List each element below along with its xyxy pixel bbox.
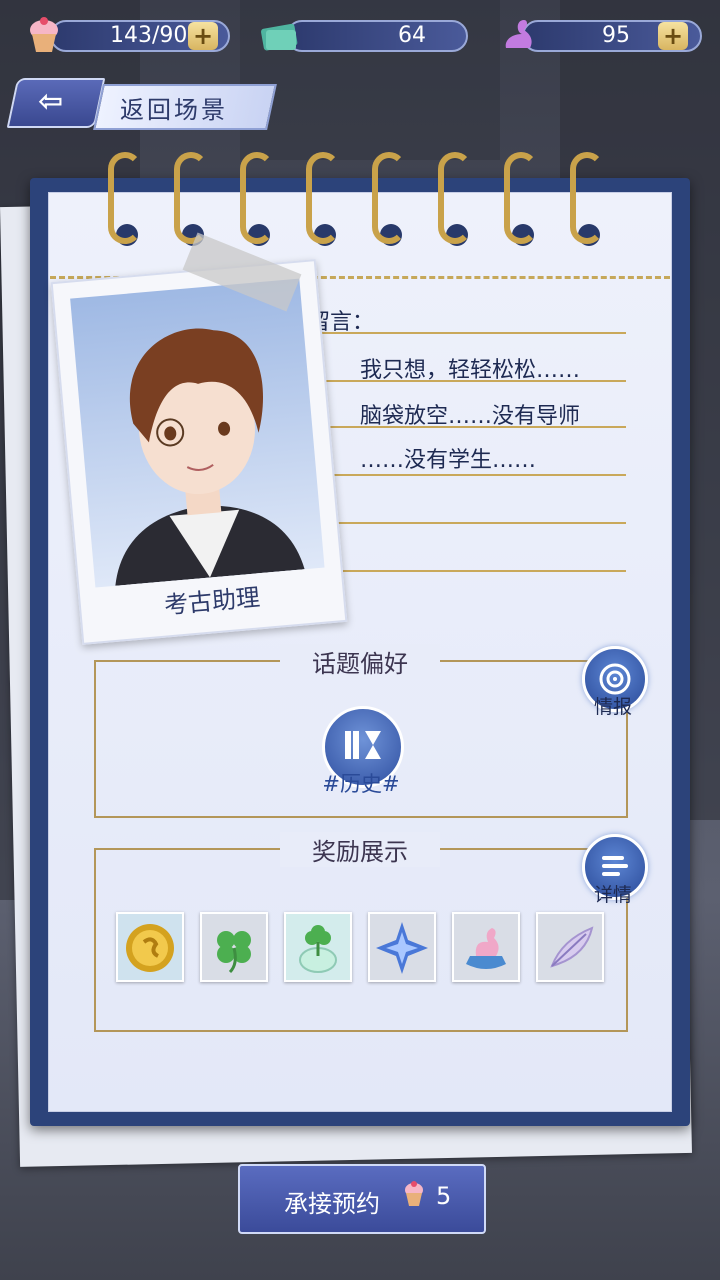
accept-cost: 5 [436,1182,452,1210]
message-rule [300,522,626,524]
notebook-rings [108,152,608,246]
gold-coin-icon [126,924,174,972]
add-cupcake-button[interactable]: + [188,22,218,50]
message-rule [300,474,626,476]
reward-clover[interactable] [200,912,268,982]
resource-cupcake: 143/90 + [22,16,232,56]
resource-ticket: 64 [258,16,470,56]
cupcake-icon [400,1180,428,1215]
topic-preference-title: 话题偏好 [280,644,440,679]
message-rule [300,332,626,334]
message-line: ……没有学生…… [360,448,537,473]
add-swan-crystal-button[interactable]: + [658,22,688,50]
reward-clover-jar[interactable] [284,912,352,982]
ticket-icon [258,14,302,58]
swan-figurine-icon [466,928,506,969]
feather-icon [550,926,594,968]
rewards-title: 奖励展示 [280,832,440,867]
back-arrow-icon: ⇦ [38,84,64,119]
character-photo-card[interactable]: 考古助理 [50,259,348,645]
clover-icon [217,931,251,974]
message-rule [300,570,626,572]
list-icon [602,856,628,876]
cupcake-icon [22,14,66,58]
back-to-scene-button[interactable]: ⇦ 返回场景 [6,78,277,134]
accept-appointment-button[interactable]: 承接预约 5 [238,1164,486,1234]
accept-label: 承接预约 [284,1190,380,1218]
message-line: 脑袋放空……没有导师 [360,404,581,429]
topic-tag: #历史# [322,772,400,796]
reward-gold-coin[interactable] [116,912,184,982]
intel-label: 情报 [594,696,633,718]
clover-jar-icon [299,925,337,973]
reward-feather[interactable] [536,912,604,982]
blue-crystal-icon [376,922,428,974]
reward-blue-crystal[interactable] [368,912,436,982]
reward-swan-figurine[interactable] [452,912,520,982]
swan-crystal-icon [494,14,538,58]
character-portrait [70,278,325,588]
detail-label: 详情 [594,884,633,906]
message-line: 我只想，轻轻松松…… [360,358,581,383]
resource-swan-crystal: 95 + [494,16,704,56]
